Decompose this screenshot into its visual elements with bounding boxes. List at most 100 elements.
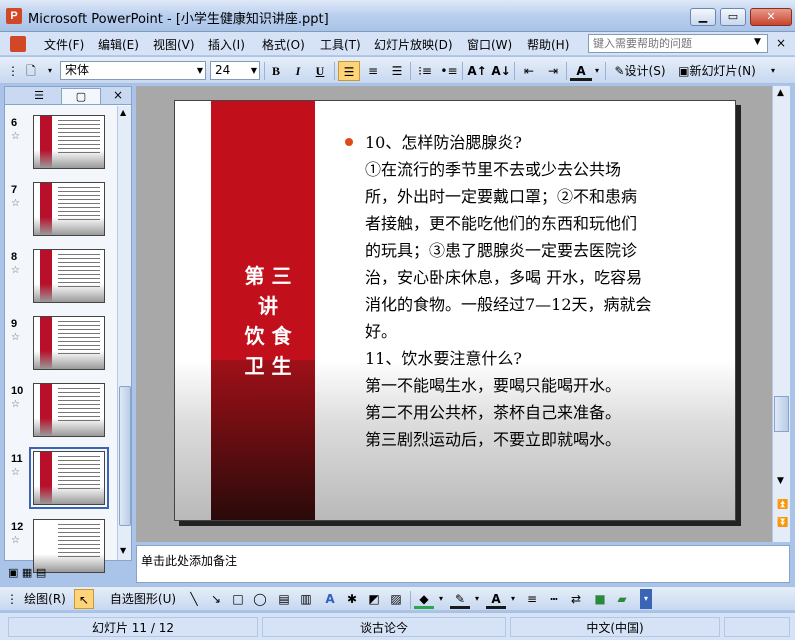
select-objects-icon[interactable]: ↖ [74,589,94,609]
close-document-button[interactable]: × [776,36,786,50]
toolbar-options-arrow-icon[interactable]: ▾ [44,61,56,81]
fill-color-dropdown-icon[interactable]: ▾ [436,589,446,609]
maximize-button[interactable]: ▭ [720,8,746,26]
dash-style-icon[interactable]: ┅ [544,589,564,609]
toolbar-grip-icon[interactable]: ⋮ [6,61,20,81]
scroll-up-icon[interactable]: ▲ [120,108,126,117]
line-color-icon[interactable]: ✎ [450,589,470,609]
diagram-icon[interactable]: ✱ [342,589,362,609]
font-color-dropdown-icon[interactable]: ▾ [592,61,602,81]
close-pane-button[interactable]: × [113,88,123,102]
toolbar-options-icon[interactable]: ▾ [766,61,780,81]
scrollbar-thumb[interactable] [774,396,789,432]
view-buttons: ▣ ▦ ▤ [8,566,58,582]
fill-color-icon[interactable]: ◆ [414,589,434,609]
toolbar-separator [566,62,567,80]
insert-picture-icon[interactable]: ▨ [386,589,406,609]
normal-view-icon[interactable]: ▣ [8,566,18,579]
slides-tab[interactable]: ▢ [61,88,101,104]
menu-file[interactable]: 文件(F) [44,36,84,53]
outline-tab[interactable]: ☰ [19,88,59,104]
scroll-down-icon[interactable]: ▼ [777,476,784,486]
autoshapes-menu-button[interactable]: 自选图形(U) [104,589,182,609]
help-search-input[interactable] [588,34,768,53]
new-slide-button[interactable]: ▣新幻灯片(N) [673,61,761,81]
previous-slide-icon[interactable]: ⏫ [777,500,788,510]
wordart-icon[interactable]: A [320,589,340,609]
slide-scrollbar[interactable]: ▲ ▼ ⏫ ⏬ [772,86,790,542]
slide-thumbnail-9[interactable]: 9 ☆ [5,314,117,380]
italic-button[interactable]: I [288,61,308,81]
slide-body-text[interactable]: 10、怎样防治腮腺炎? ①在流行的季节里不去或少去公共场 所，外出时一定要戴口罩… [345,129,705,453]
draw-menu-button[interactable]: 绘图(R) [18,589,72,609]
line-style-icon[interactable]: ≡ [522,589,542,609]
menu-format[interactable]: 格式(O) [262,36,305,53]
design-label: 设计(S) [624,64,666,78]
font-name-dropdown-icon[interactable]: ▼ [197,62,203,79]
powerpoint-app-icon[interactable]: P [6,8,22,24]
animation-star-icon: ☆ [11,535,20,546]
scroll-up-icon[interactable]: ▲ [777,88,784,98]
slide-thumbnail-7[interactable]: 7 ☆ [5,180,117,246]
increase-font-size-icon[interactable]: A↑ [466,61,488,81]
close-window-button[interactable]: ✕ [750,8,792,26]
slide-sorter-view-icon[interactable]: ▦ [22,566,32,579]
slide-thumbnail-8[interactable]: 8 ☆ [5,247,117,313]
slide-thumbnail-10[interactable]: 10 ☆ [5,381,117,447]
new-document-icon[interactable]: 🗋 [20,61,42,81]
clipart-icon[interactable]: ◩ [364,589,384,609]
3d-style-icon[interactable]: ▰ [612,589,632,609]
drawing-font-color-dropdown-icon[interactable]: ▾ [508,589,518,609]
slide-heading[interactable]: 第 三 讲 饮 食 卫 生 [223,261,313,381]
font-size-combo[interactable]: 24 ▼ [210,61,260,80]
slide-thumbnail-11[interactable]: 11 ☆ [5,447,117,515]
scroll-down-icon[interactable]: ▼ [120,546,126,555]
align-center-icon[interactable]: ≡ [362,61,384,81]
rectangle-tool-icon[interactable]: □ [228,589,248,609]
increase-indent-icon[interactable]: ⇥ [542,61,564,81]
drawing-font-color-icon[interactable]: A [486,589,506,609]
align-right-icon[interactable]: ☰ [386,61,408,81]
decrease-font-size-icon[interactable]: A↓ [490,61,512,81]
underline-button[interactable]: U [310,61,330,81]
line-color-dropdown-icon[interactable]: ▾ [472,589,482,609]
arrow-tool-icon[interactable]: ↘ [206,589,226,609]
menu-window[interactable]: 窗口(W) [467,36,512,53]
menu-view[interactable]: 视图(V) [153,36,195,53]
menu-insert[interactable]: 插入(I) [208,36,245,53]
slides-pane-scrollbar[interactable]: ▲ ▼ [117,106,131,560]
align-left-icon[interactable]: ☰ [338,61,360,81]
font-size-dropdown-icon[interactable]: ▼ [251,62,257,79]
document-icon[interactable] [10,36,26,52]
body-line: 消化的食物。一般经过7—12天，病就会 [365,295,652,314]
next-slide-icon[interactable]: ⏬ [777,518,788,528]
vertical-textbox-icon[interactable]: ▥ [296,589,316,609]
design-button[interactable]: ✎设计(S) [609,61,671,81]
body-line: 第一不能喝生水，要喝只能喝开水。 [365,376,622,395]
arrow-style-icon[interactable]: ⇄ [566,589,586,609]
font-name-combo[interactable]: 宋体 ▼ [60,61,206,80]
shadow-style-icon[interactable]: ■ [590,589,610,609]
slide-thumbnail-6[interactable]: 6 ☆ [5,113,117,179]
menu-slideshow[interactable]: 幻灯片放映(D) [374,36,453,53]
line-tool-icon[interactable]: ╲ [184,589,204,609]
decrease-indent-icon[interactable]: ⇤ [518,61,540,81]
bullets-icon[interactable]: •≡ [438,61,460,81]
current-slide[interactable]: 第 三 讲 饮 食 卫 生 10、怎样防治腮腺炎? ①在流行的季节里不去或少去公… [174,100,736,521]
notes-pane[interactable]: 单击此处添加备注 [136,545,790,583]
menu-edit[interactable]: 编辑(E) [98,36,139,53]
numbering-icon[interactable]: ⁝≡ [414,61,436,81]
toolbar-grip-icon[interactable]: ⋮ [6,589,18,609]
toolbar-options-icon[interactable]: ▾ [640,589,652,609]
oval-tool-icon[interactable]: ◯ [250,589,270,609]
help-dropdown-arrow-icon[interactable]: ▼ [754,37,761,47]
scrollbar-thumb[interactable] [119,386,131,526]
slideshow-view-icon[interactable]: ▤ [36,566,46,579]
textbox-tool-icon[interactable]: ▤ [274,589,294,609]
slide-number: 11 [11,453,23,465]
minimize-button[interactable]: ▁ [690,8,716,26]
font-color-icon[interactable]: A [570,61,592,81]
menu-tools[interactable]: 工具(T) [320,36,361,53]
menu-help[interactable]: 帮助(H) [527,36,569,53]
bold-button[interactable]: B [266,61,286,81]
